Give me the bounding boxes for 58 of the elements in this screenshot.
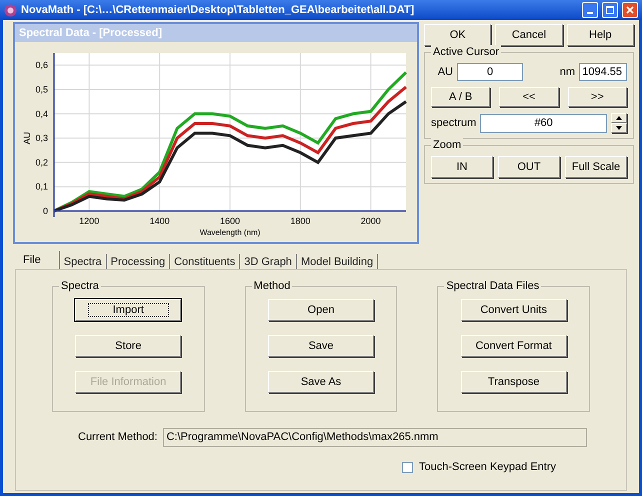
- y-tick-label: 0,3: [35, 133, 48, 144]
- spectrum-field[interactable]: #60: [480, 114, 607, 132]
- app-icon: [4, 4, 17, 16]
- button[interactable]: Import: [75, 299, 182, 321]
- button[interactable]: Convert Format: [460, 335, 567, 357]
- nm-label: nm: [560, 64, 575, 80]
- button[interactable]: <<: [499, 87, 559, 107]
- button[interactable]: Convert Units: [460, 299, 567, 321]
- close-button[interactable]: [622, 2, 638, 18]
- button[interactable]: Save As: [268, 371, 374, 393]
- checkbox[interactable]: [402, 462, 414, 473]
- up-arrow-icon: [616, 116, 622, 120]
- x-tick-label: 1200: [79, 216, 100, 226]
- window-title: NovaMath - [C:\…\CRettenmaier\Desktop\Tabletten_GEA\bearbeitet\all.DAT]: [21, 2, 416, 18]
- checkbox-label: Touch-Screen Keypad Entry: [419, 460, 556, 475]
- subwindow-title: Spectral Data - [Processed]: [15, 24, 417, 42]
- minimize-button[interactable]: [582, 2, 598, 18]
- y-tick-label: 0: [42, 206, 48, 216]
- current-method-field: C:\Programme\NovaPAC\Config\Methods\max265.nmm: [163, 428, 588, 447]
- y-tick-label: 0,6: [35, 60, 48, 70]
- button[interactable]: Full Scale: [565, 156, 627, 178]
- au-label: AU: [436, 64, 453, 80]
- maximize-button[interactable]: [602, 2, 618, 18]
- button[interactable]: Help: [566, 24, 634, 46]
- group-title: Spectral Data Files: [444, 279, 542, 293]
- spinner[interactable]: [611, 113, 627, 133]
- tab[interactable]: Model Building: [296, 254, 378, 269]
- nm-field[interactable]: 1094.55: [579, 63, 627, 81]
- button[interactable]: Open: [268, 299, 374, 321]
- x-axis-label: Wavelength (nm): [200, 228, 260, 237]
- button[interactable]: OK: [424, 24, 492, 46]
- y-tick-label: 0,4: [35, 108, 48, 119]
- button[interactable]: IN: [431, 156, 493, 178]
- group-title: Spectra: [59, 279, 101, 293]
- button[interactable]: Store: [75, 335, 182, 357]
- button[interactable]: A / B: [431, 87, 490, 107]
- x-tick-label: 1400: [150, 216, 170, 226]
- tab[interactable]: Constituents: [170, 254, 240, 269]
- current-method-label: Current Method:: [78, 430, 158, 446]
- spectrum-label: spectrum: [431, 116, 476, 131]
- tab[interactable]: Spectra: [60, 254, 107, 269]
- close-icon: [626, 6, 634, 14]
- x-tick-label: 1600: [220, 216, 240, 226]
- button[interactable]: Cancel: [495, 24, 563, 46]
- button[interactable]: OUT: [498, 156, 560, 178]
- y-axis-label: AU: [22, 132, 32, 144]
- y-tick-label: 0,5: [35, 84, 48, 94]
- button[interactable]: Save: [268, 335, 374, 357]
- button[interactable]: >>: [568, 87, 627, 107]
- y-tick-label: 0,2: [35, 157, 48, 168]
- x-tick-label: 2000: [360, 216, 381, 226]
- tab[interactable]: 3D Graph: [240, 254, 297, 269]
- x-tick-label: 1800: [290, 216, 310, 226]
- y-tick-label: 0,1: [35, 182, 48, 192]
- tab[interactable]: Processing: [106, 254, 170, 269]
- down-arrow-icon: [616, 126, 622, 130]
- button[interactable]: Transpose: [460, 371, 567, 393]
- au-field[interactable]: 0: [457, 63, 523, 81]
